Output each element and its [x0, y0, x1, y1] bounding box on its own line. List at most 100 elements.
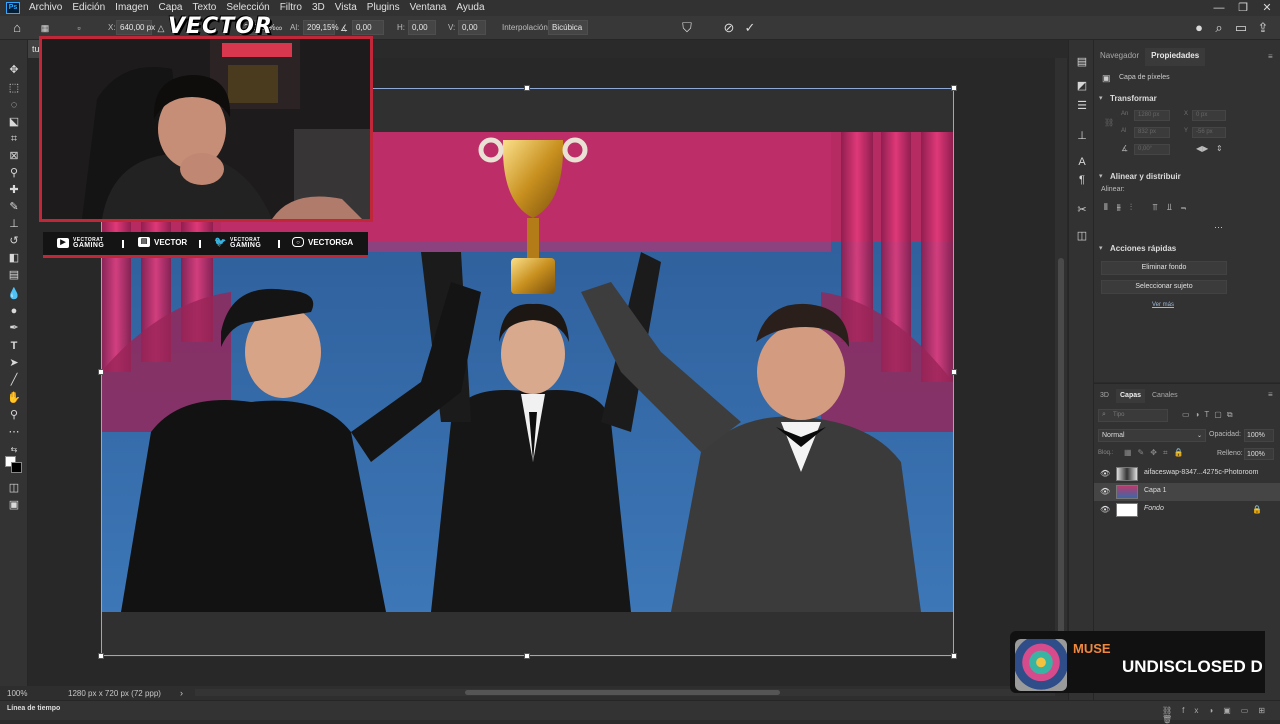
restore-icon[interactable]: ❐	[1232, 0, 1254, 16]
menu-3d[interactable]: 3D	[307, 0, 330, 16]
dodge-tool-icon[interactable]: ●	[4, 303, 24, 319]
layer-actions-icons[interactable]: ⛓fx◑▣▭⊞🗑	[1162, 706, 1280, 724]
blend-mode-select[interactable]: Normal ⌄	[1098, 429, 1206, 442]
move-tool-icon[interactable]: ✥	[4, 62, 24, 78]
collapse-icon[interactable]: ▾	[1099, 244, 1103, 252]
reference-point-icon[interactable]: ▦	[36, 19, 54, 37]
eye-icon[interactable]: 👁	[1100, 505, 1110, 514]
tab-3d[interactable]: 3D	[1096, 389, 1113, 403]
more-tools-icon[interactable]: ⋯	[4, 424, 24, 440]
menu-edicion[interactable]: Edición	[67, 0, 110, 16]
layer-row[interactable]: 👁 Capa 1	[1094, 483, 1280, 501]
eye-icon[interactable]: 👁	[1100, 487, 1110, 496]
menu-archivo[interactable]: Archivo	[24, 0, 67, 16]
frame-tool-icon[interactable]: ⊠	[4, 148, 24, 164]
layer-row[interactable]: 👁 Fondo 🔒	[1094, 501, 1280, 519]
gradient-tool-icon[interactable]: ▤	[4, 267, 24, 283]
collapse-icon[interactable]: ▾	[1099, 94, 1103, 102]
hskew-field[interactable]: 0,00	[408, 20, 436, 35]
horizontal-scrollbar[interactable]	[195, 689, 1055, 696]
layer-filter-icons[interactable]: ▭◑T▢⧉	[1182, 410, 1238, 420]
opacity-field[interactable]: 100%	[1244, 429, 1274, 442]
commit-transform-icon[interactable]: ✓	[741, 19, 759, 37]
menu-vista[interactable]: Vista	[330, 0, 362, 16]
marquee-tool-icon[interactable]: ⬚	[4, 80, 24, 96]
vertical-scrollbar[interactable]	[1055, 58, 1067, 686]
tools-panel-icon[interactable]: ✂	[1073, 202, 1091, 218]
lasso-tool-icon[interactable]: ◌	[4, 97, 24, 113]
interpolation-select[interactable]: Bicúbica	[548, 20, 588, 35]
eye-icon[interactable]: 👁	[1100, 469, 1110, 478]
reference-grid-icon[interactable]: ▫	[70, 19, 88, 37]
layer-row[interactable]: 👁 aifaceswap-8347...4275c-Photoroom	[1094, 465, 1280, 483]
height-field[interactable]: 209,15%	[303, 20, 339, 35]
menu-plugins[interactable]: Plugins	[362, 0, 405, 16]
character-panel-icon[interactable]: A	[1073, 154, 1091, 170]
fill-field[interactable]: 100%	[1244, 448, 1274, 460]
eyedropper-icon[interactable]: ⚲	[4, 165, 24, 181]
share-icon[interactable]: ⇪	[1254, 19, 1272, 37]
layers-menu-icon[interactable]: ≡	[1268, 390, 1273, 399]
lock-icons[interactable]: ▦✎✥⌗🔒	[1124, 448, 1189, 458]
tab-canales[interactable]: Canales	[1148, 389, 1182, 403]
link-dims-icon[interactable]: ⛓	[1104, 118, 1114, 127]
close-window-icon[interactable]: ✕	[1256, 0, 1278, 16]
transform-section-title[interactable]: Transformar	[1110, 94, 1157, 103]
home-icon[interactable]: ⌂	[8, 19, 26, 37]
object-select-icon[interactable]: ⬕	[4, 114, 24, 130]
an-field[interactable]: 1280 px	[1134, 110, 1170, 121]
x-prop-field[interactable]: 0 px	[1192, 110, 1226, 121]
path-select-icon[interactable]: ➤	[4, 355, 24, 371]
more-options-icon[interactable]: ⋯	[1214, 222, 1223, 233]
blur-tool-icon[interactable]: 💧	[4, 286, 24, 302]
workspace-icon[interactable]: ▭	[1232, 19, 1250, 37]
transform-handle-r[interactable]	[951, 369, 957, 375]
cancel-transform-icon[interactable]: ⊘	[720, 19, 738, 37]
zoom-level[interactable]: 100%	[7, 689, 27, 698]
transform-handle-t[interactable]	[524, 85, 530, 91]
see-more-link[interactable]: Ver más	[1152, 302, 1174, 308]
stamp-tool-icon[interactable]: ⊥	[4, 216, 24, 232]
type-tool-icon[interactable]: T	[4, 338, 24, 354]
status-arrow-icon[interactable]: ›	[180, 688, 183, 698]
tab-capas[interactable]: Capas	[1116, 389, 1146, 403]
stamp-panel-icon[interactable]: ⊥	[1073, 128, 1091, 144]
search-icon[interactable]: ⌕	[1210, 19, 1228, 37]
crop-tool-icon[interactable]: ⌗	[4, 131, 24, 147]
quick-actions-title[interactable]: Acciones rápidas	[1110, 244, 1176, 253]
select-subject-button[interactable]: Seleccionar sujeto	[1101, 280, 1227, 294]
history-panel-icon[interactable]: ▤	[1073, 54, 1091, 70]
healing-brush-icon[interactable]: ✚	[4, 182, 24, 198]
menu-ventana[interactable]: Ventana	[405, 0, 452, 16]
minimize-icon[interactable]: —	[1208, 0, 1230, 16]
remove-background-button[interactable]: Eliminar fondo	[1101, 261, 1227, 275]
collapse-icon[interactable]: ▾	[1099, 172, 1103, 180]
tab-propiedades[interactable]: Propiedades	[1145, 48, 1206, 66]
libraries-panel-icon[interactable]: ◫	[1073, 228, 1091, 244]
pen-tool-icon[interactable]: ✒	[4, 320, 24, 336]
paragraph-panel-icon[interactable]: ¶	[1073, 172, 1091, 188]
history-brush-icon[interactable]: ↺	[4, 233, 24, 249]
adjustments-panel-icon[interactable]: ◩	[1073, 78, 1091, 94]
brush-tool-icon[interactable]: ✎	[4, 199, 24, 215]
zoom-tool-icon[interactable]: ⚲	[4, 407, 24, 423]
panel-menu-icon[interactable]: ≡	[1268, 52, 1273, 61]
background-color-swatch[interactable]	[11, 462, 22, 473]
y-prop-field[interactable]: -56 px	[1192, 127, 1226, 138]
angle-field[interactable]: 0,00	[352, 20, 384, 35]
line-tool-icon[interactable]: ╱	[4, 372, 24, 388]
flip-horizontal-icon[interactable]: ◀▶	[1196, 144, 1208, 153]
screen-mode-icon[interactable]: ▣	[4, 497, 24, 513]
layer-search-input[interactable]: ⌕ Tipo	[1098, 409, 1168, 422]
rotate-angle-field[interactable]: 0,00°	[1134, 144, 1170, 155]
user-icon[interactable]: ●	[1190, 19, 1208, 37]
vertical-scroll-thumb[interactable]	[1058, 258, 1064, 638]
align-section-title[interactable]: Alinear y distribuir	[1110, 172, 1181, 181]
vskew-field[interactable]: 0,00	[458, 20, 486, 35]
hand-tool-icon[interactable]: ✋	[4, 390, 24, 406]
transform-handle-tr[interactable]	[951, 85, 957, 91]
al-field[interactable]: 832 px	[1134, 127, 1170, 138]
menu-filtro[interactable]: Filtro	[275, 0, 307, 16]
menu-ayuda[interactable]: Ayuda	[451, 0, 489, 16]
horizontal-scroll-thumb[interactable]	[465, 690, 780, 695]
